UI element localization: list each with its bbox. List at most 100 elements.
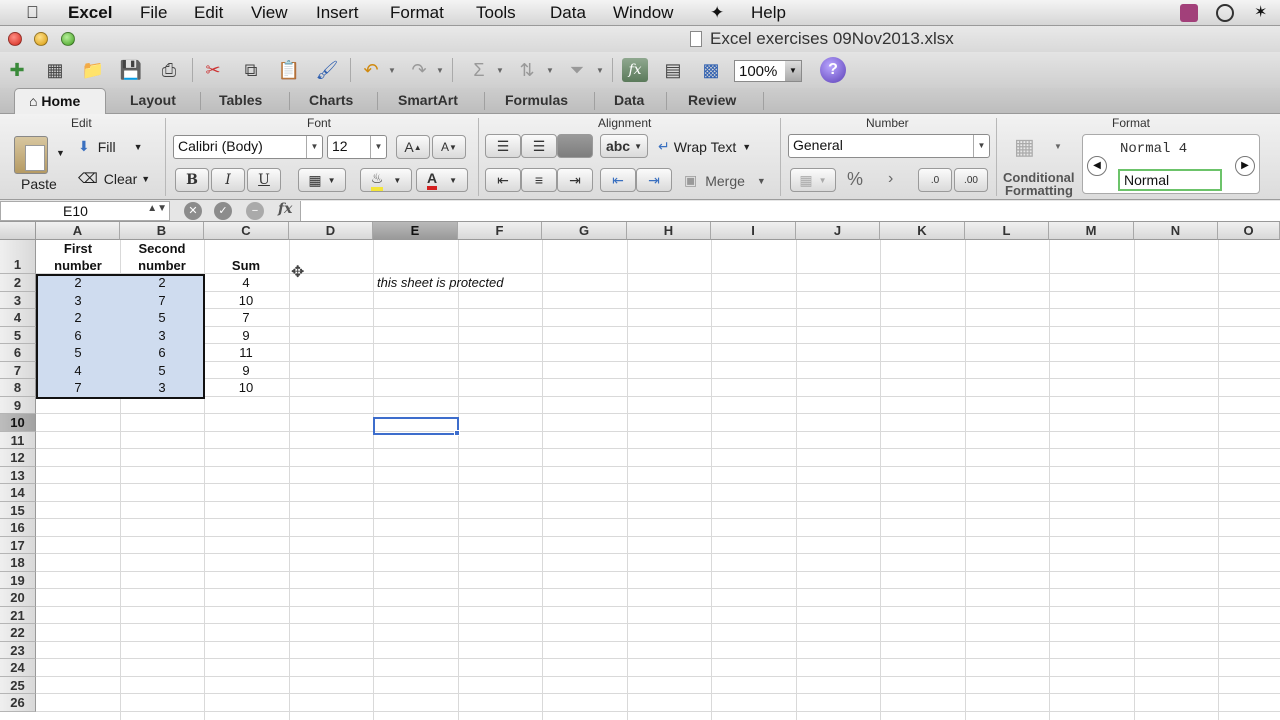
orientation-button[interactable]: abc ▼ bbox=[600, 134, 648, 158]
row-header-24[interactable]: 24 bbox=[0, 659, 36, 677]
row-header-18[interactable]: 18 bbox=[0, 554, 36, 572]
row-header-13[interactable]: 13 bbox=[0, 466, 36, 484]
underline-button[interactable]: U bbox=[247, 168, 281, 192]
column-header-d[interactable]: D bbox=[289, 222, 373, 240]
menu-tools[interactable]: Tools bbox=[476, 3, 516, 23]
zoom-window-button[interactable] bbox=[61, 32, 75, 46]
row-header-11[interactable]: 11 bbox=[0, 431, 36, 449]
cell-c3[interactable]: 10 bbox=[204, 293, 288, 308]
styles-prev-icon[interactable]: ◀ bbox=[1087, 156, 1107, 176]
column-header-l[interactable]: L bbox=[965, 222, 1049, 240]
row-header-14[interactable]: 14 bbox=[0, 484, 36, 502]
font-size-select[interactable]: 12 ▼ bbox=[327, 135, 387, 159]
column-header-m[interactable]: M bbox=[1049, 222, 1134, 240]
row-header-9[interactable]: 9 bbox=[0, 396, 36, 414]
row-header-19[interactable]: 19 bbox=[0, 571, 36, 589]
fill-color-button[interactable]: ♨ ▼ bbox=[360, 168, 412, 192]
row-header-16[interactable]: 16 bbox=[0, 519, 36, 537]
row-header-23[interactable]: 23 bbox=[0, 641, 36, 659]
menu-format[interactable]: Format bbox=[390, 3, 444, 23]
cell-b1[interactable]: Second number bbox=[120, 240, 204, 274]
filter-dropdown-icon[interactable]: ▼ bbox=[596, 66, 604, 75]
align-top-button[interactable]: ☰ bbox=[485, 134, 521, 158]
align-middle-button[interactable]: ☰ bbox=[521, 134, 557, 158]
fill-handle[interactable] bbox=[454, 430, 460, 436]
align-center-button[interactable]: ≡ bbox=[521, 168, 557, 192]
borders-button[interactable]: ▦ ▼ bbox=[298, 168, 346, 192]
redo-dropdown-icon[interactable]: ▼ bbox=[436, 66, 444, 75]
styles-next-icon[interactable]: ▶ bbox=[1235, 156, 1255, 176]
column-header-g[interactable]: G bbox=[542, 222, 627, 240]
row-header-5[interactable]: 5 bbox=[0, 326, 36, 344]
autosum-dropdown-icon[interactable]: ▼ bbox=[496, 66, 504, 75]
cell-c5[interactable]: 9 bbox=[204, 328, 288, 343]
row-header-26[interactable]: 26 bbox=[0, 694, 36, 712]
align-right-button[interactable]: ⇥ bbox=[557, 168, 593, 192]
save-icon[interactable]: 💾 bbox=[118, 58, 144, 82]
menu-data[interactable]: Data bbox=[550, 3, 586, 23]
cell-b6[interactable]: 6 bbox=[120, 345, 204, 360]
currency-button[interactable]: ▦ ▼ bbox=[790, 168, 836, 192]
cell-a4[interactable]: 2 bbox=[36, 310, 120, 325]
formula-input[interactable] bbox=[300, 201, 1280, 221]
menu-file[interactable]: File bbox=[140, 3, 167, 23]
decrease-indent-button[interactable]: ⇤ bbox=[600, 168, 636, 192]
select-all-corner[interactable] bbox=[0, 222, 36, 240]
undo-dropdown-icon[interactable]: ▼ bbox=[388, 66, 396, 75]
column-header-b[interactable]: B bbox=[120, 222, 204, 240]
cell-e2[interactable]: this sheet is protected bbox=[377, 275, 503, 290]
confirm-entry-icon[interactable]: ✓ bbox=[214, 202, 232, 220]
percent-button[interactable]: % bbox=[847, 169, 863, 190]
menu-excel[interactable]: Excel bbox=[68, 3, 112, 23]
row-header-17[interactable]: 17 bbox=[0, 536, 36, 554]
tab-layout[interactable]: Layout bbox=[130, 92, 176, 108]
row-header-8[interactable]: 8 bbox=[0, 379, 36, 397]
autosum-icon[interactable]: Σ bbox=[466, 58, 492, 82]
menu-insert[interactable]: Insert bbox=[316, 3, 359, 23]
cell-c6[interactable]: 11 bbox=[204, 345, 288, 360]
row-header-22[interactable]: 22 bbox=[0, 624, 36, 642]
cell-c2[interactable]: 4 bbox=[204, 275, 288, 290]
bold-button[interactable]: B bbox=[175, 168, 209, 192]
toolbox-icon[interactable]: ▤ bbox=[660, 58, 686, 82]
comma-style-button[interactable]: › bbox=[888, 170, 893, 188]
name-box-stepper-icon[interactable]: ▲▼ bbox=[147, 203, 167, 214]
sort-dropdown-icon[interactable]: ▼ bbox=[546, 66, 554, 75]
row-header-1[interactable]: 1 bbox=[0, 240, 36, 274]
paste-dropdown-icon[interactable]: ▼ bbox=[56, 148, 65, 158]
paste-toolbar-icon[interactable]: 📋 bbox=[276, 58, 302, 82]
cell-c4[interactable]: 7 bbox=[204, 310, 288, 325]
style-normal-4[interactable]: Normal 4 bbox=[1120, 141, 1187, 157]
cell-a1[interactable]: First number bbox=[36, 240, 120, 274]
tab-smartart[interactable]: SmartArt bbox=[398, 92, 458, 108]
cell-b7[interactable]: 5 bbox=[120, 363, 204, 378]
tab-review[interactable]: Review bbox=[688, 92, 736, 108]
cell-a3[interactable]: 3 bbox=[36, 293, 120, 308]
cell-a6[interactable]: 5 bbox=[36, 345, 120, 360]
column-header-o[interactable]: O bbox=[1218, 222, 1280, 240]
row-header-12[interactable]: 12 bbox=[0, 449, 36, 467]
menu-edit[interactable]: Edit bbox=[194, 3, 223, 23]
active-cell-e10[interactable] bbox=[373, 417, 459, 435]
zoom-dropdown-icon[interactable]: ▼ bbox=[785, 61, 801, 81]
merge-button[interactable]: ▣ Merge ▼ bbox=[684, 172, 766, 189]
cell-b2[interactable]: 2 bbox=[120, 275, 204, 290]
cell-b5[interactable]: 3 bbox=[120, 328, 204, 343]
open-icon[interactable]: 📁 bbox=[80, 58, 106, 82]
script-menu-icon[interactable]: ✦ bbox=[710, 3, 724, 23]
cell-a7[interactable]: 4 bbox=[36, 363, 120, 378]
apple-menu-icon[interactable]:  bbox=[26, 3, 39, 23]
paste-icon[interactable] bbox=[14, 136, 48, 174]
spreadsheet-grid[interactable]: A B C D E F G H I J K L M N O 1 2 3 4 5 6 7 8 9 10 11 12 13 14 15 16 17… bbox=[0, 222, 1280, 720]
column-header-e[interactable]: E bbox=[373, 222, 458, 240]
cut-icon[interactable]: ✂ bbox=[200, 58, 226, 82]
row-header-20[interactable]: 20 bbox=[0, 589, 36, 607]
menu-window[interactable]: Window bbox=[613, 3, 673, 23]
cell-b8[interactable]: 3 bbox=[120, 380, 204, 395]
insert-function-icon[interactable]: − bbox=[246, 202, 264, 220]
print-icon[interactable]: ⎙ bbox=[156, 58, 182, 82]
row-header-15[interactable]: 15 bbox=[0, 501, 36, 519]
conditional-formatting-label-2[interactable]: Formatting bbox=[1005, 183, 1073, 198]
cancel-entry-icon[interactable]: ✕ bbox=[184, 202, 202, 220]
grow-font-button[interactable]: A ▲ bbox=[396, 135, 430, 159]
